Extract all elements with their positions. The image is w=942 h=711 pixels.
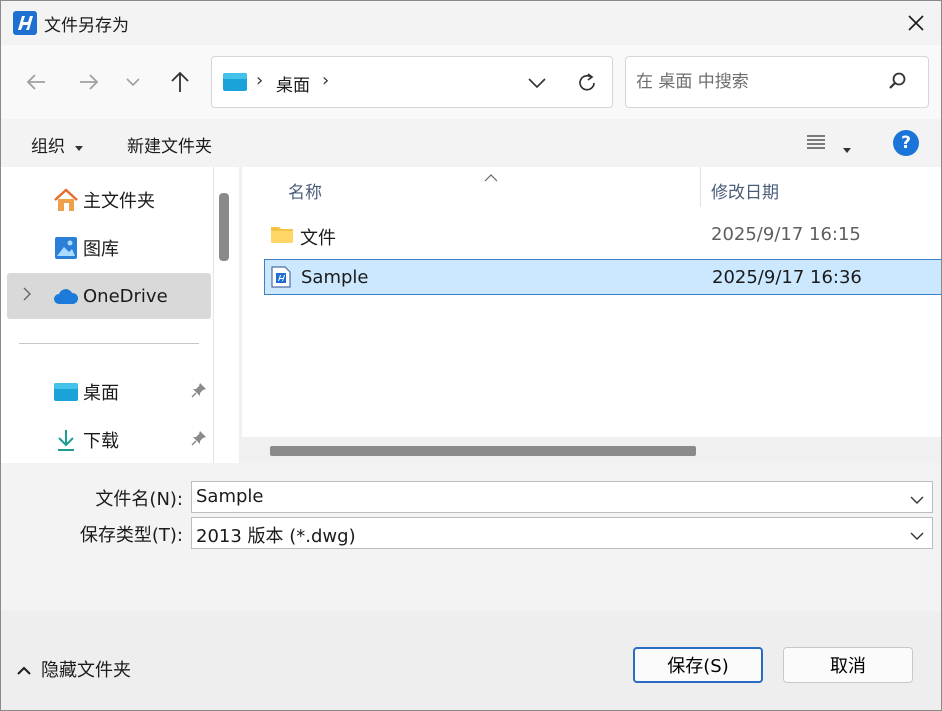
address-dropdown-button[interactable] [525,71,549,95]
filetype-label: 保存类型(T): [79,525,183,546]
save-as-dialog: 文件另存为 › 桌面 › 在 桌面 中搜索 组织 新建文件夹 ? 主文件夹 图库… [0,0,942,711]
save-form: 文件名(N): Sample 保存类型(T): 2013 版本 (*.dwg) [1,463,941,611]
filetype-value: 2013 版本 (*.dwg) [196,526,356,547]
chevron-down-icon [126,78,140,87]
refresh-icon [579,73,595,91]
new-folder-button[interactable]: 新建文件夹 [127,132,212,157]
desktop-folder-icon [53,379,79,405]
dialog-footer: 隐藏文件夹 保存(S) 取消 [1,611,941,710]
nav-label: 桌面 [83,383,119,404]
window-title: 文件另存为 [44,16,129,36]
arrow-right-icon [80,74,99,90]
nav-label: 图库 [83,239,119,260]
nav-label: OneDrive [83,285,168,307]
column-header-name[interactable]: 名称 [288,178,322,203]
navigation-pane: 主文件夹 图库 OneDrive 桌面 下载 [1,167,239,463]
filename-input[interactable]: Sample [196,486,264,507]
close-button[interactable] [891,1,941,45]
chevron-down-icon[interactable] [910,490,924,510]
title-bar: 文件另存为 [1,1,941,45]
caret-down-icon[interactable] [843,139,851,159]
back-button[interactable] [18,64,54,100]
nav-scrollbar-thumb[interactable] [219,193,229,261]
cancel-button[interactable]: 取消 [783,647,913,683]
nav-divider [19,343,199,344]
horizontal-scrollbar-thumb[interactable] [270,446,696,456]
filename-label: 文件名(N): [95,489,183,510]
download-icon [53,427,79,453]
desktop-folder-icon [223,72,247,97]
folder-icon [270,223,294,250]
file-name: 文件 [300,228,336,249]
file-date: 2025/9/17 16:36 [712,267,862,288]
organize-menu[interactable]: 组织 [31,132,65,157]
navigation-bar: › 桌面 › [1,45,941,119]
file-list: 名称 修改日期 文件 2025/9/17 16:15 Sample 2025/9… [242,167,941,463]
nav-item-downloads[interactable]: 下载 [7,417,211,463]
dwg-file-icon [271,266,291,293]
nav-label: 主文件夹 [83,191,155,212]
app-icon [13,11,37,35]
refresh-button[interactable] [574,70,600,96]
arrow-up-icon [171,71,189,92]
home-icon [53,187,79,213]
chevron-down-icon[interactable] [910,526,924,546]
table-row[interactable]: 文件 2025/9/17 16:15 [264,217,941,253]
breadcrumb-separator: › [256,70,264,91]
help-button[interactable]: ? [893,130,919,156]
gallery-icon [53,235,79,261]
pin-icon[interactable] [191,430,207,451]
recent-locations-button[interactable] [115,64,151,100]
filename-combobox[interactable]: Sample [191,481,933,513]
pin-icon[interactable] [191,382,207,403]
hide-folders-toggle[interactable]: 隐藏文件夹 [41,656,131,682]
arrow-left-icon [26,74,45,90]
nav-item-home[interactable]: 主文件夹 [7,177,211,223]
onedrive-icon [53,283,79,309]
nav-label: 下载 [83,431,119,452]
forward-button[interactable] [71,64,107,100]
nav-item-desktop[interactable]: 桌面 [7,369,211,415]
chevron-right-icon[interactable] [23,286,31,306]
command-bar: 组织 新建文件夹 ? [1,119,941,167]
filetype-select[interactable]: 2013 版本 (*.dwg) [191,517,933,549]
view-list-icon[interactable] [806,133,826,156]
chevron-down-icon [528,78,546,88]
close-icon [908,15,924,31]
column-divider[interactable] [700,167,701,207]
breadcrumb-separator[interactable]: › [322,70,329,91]
caret-down-icon[interactable] [75,137,83,157]
save-button[interactable]: 保存(S) [633,647,763,683]
column-header-date[interactable]: 修改日期 [711,178,779,203]
nav-item-gallery[interactable]: 图库 [7,225,211,271]
table-row-selected[interactable]: Sample 2025/9/17 16:36 [264,259,941,295]
address-bar[interactable]: › 桌面 › [211,56,613,108]
sort-ascending-icon [484,167,498,187]
nav-item-onedrive[interactable]: OneDrive [7,273,211,319]
search-box[interactable] [625,56,929,108]
search-input[interactable] [636,69,876,95]
search-icon[interactable] [888,71,908,96]
chevron-up-icon[interactable] [17,661,31,681]
up-button[interactable] [162,64,198,100]
file-date: 2025/9/17 16:15 [711,224,861,245]
breadcrumb-desktop[interactable]: 桌面 [276,71,310,96]
file-name: Sample [301,267,369,288]
